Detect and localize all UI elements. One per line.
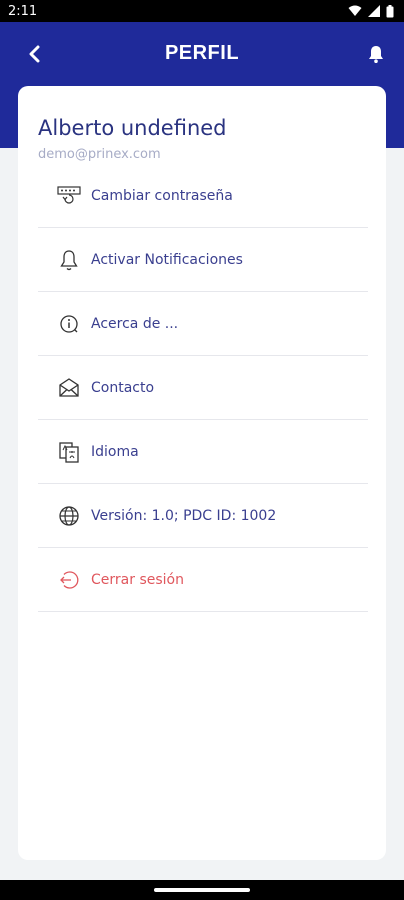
menu-item-notifications[interactable]: Activar Notificaciones <box>38 228 368 292</box>
menu-item-logout[interactable]: Cerrar sesión <box>38 548 368 612</box>
menu-item-label: Contacto <box>91 379 155 396</box>
user-name: Alberto undefined <box>38 116 227 140</box>
menu-item-version[interactable]: Versión: 1.0; PDC ID: 1002 <box>38 484 368 548</box>
info-icon <box>57 312 81 336</box>
menu-item-language[interactable]: Idioma <box>38 420 368 484</box>
bell-icon <box>57 248 81 272</box>
profile-card: Alberto undefined demo@prinex.com Cambia… <box>18 86 386 860</box>
battery-icon <box>386 4 394 17</box>
notifications-button[interactable] <box>364 42 388 66</box>
logout-icon <box>57 568 81 592</box>
bell-icon <box>369 46 383 63</box>
page-title: PERFIL <box>164 42 240 64</box>
menu-item-label: Cambiar contraseña <box>91 187 233 204</box>
menu-item-change-password[interactable]: Cambiar contraseña <box>38 164 368 228</box>
menu-item-label: Idioma <box>91 443 139 460</box>
home-handle[interactable] <box>154 888 250 892</box>
menu-item-contact[interactable]: Contacto <box>38 356 368 420</box>
status-icons <box>348 4 394 18</box>
globe-icon <box>57 504 81 528</box>
menu-item-about[interactable]: Acerca de ... <box>38 292 368 356</box>
status-bar: 2:11 <box>0 0 404 22</box>
system-navigation-bar <box>0 880 404 900</box>
user-email: demo@prinex.com <box>38 147 161 162</box>
menu-item-label: Cerrar sesión <box>91 571 184 588</box>
language-icon <box>57 440 81 464</box>
menu-item-label: Acerca de ... <box>91 315 179 332</box>
menu-item-label: Activar Notificaciones <box>91 251 243 268</box>
wifi-icon <box>348 5 362 16</box>
status-time: 2:11 <box>8 4 38 19</box>
menu-item-label: Versión: 1.0; PDC ID: 1002 <box>91 507 277 524</box>
profile-menu: Cambiar contraseña Activar Notificacione… <box>38 164 368 612</box>
signal-icon <box>368 5 380 17</box>
mail-icon <box>57 376 81 400</box>
password-icon <box>57 184 81 208</box>
